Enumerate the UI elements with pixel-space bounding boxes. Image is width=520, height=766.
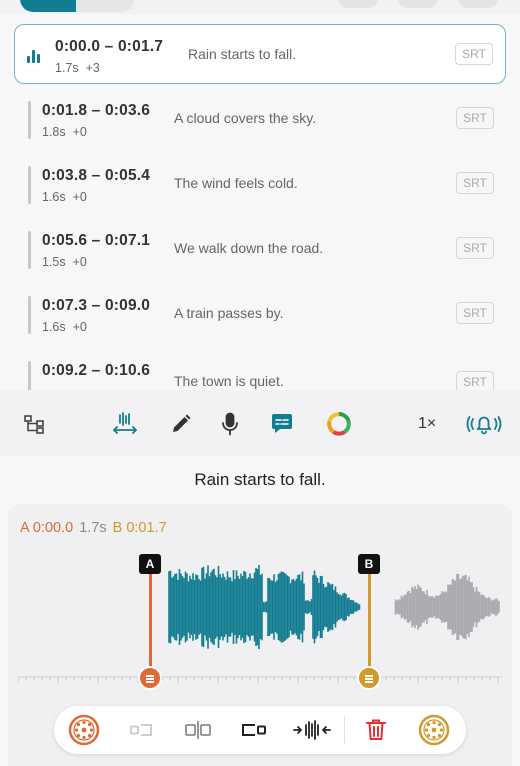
structure-icon[interactable] (20, 410, 48, 438)
srt-badge[interactable]: SRT (456, 107, 494, 129)
srt-badge[interactable]: SRT (456, 237, 494, 259)
timeline-ruler[interactable] (18, 676, 502, 684)
marker-b-tag[interactable]: B (358, 554, 380, 574)
view-segmented-control[interactable] (20, 0, 134, 12)
divider (344, 716, 345, 744)
editor-toolbar: 1× (0, 390, 520, 456)
pencil-icon[interactable] (167, 410, 195, 438)
a-point-label: A 0:00.0 (20, 520, 74, 536)
subtitle-row[interactable]: 0:00.0 – 0:01.7 1.7s +3 Rain starts to f… (14, 24, 506, 84)
color-ring-icon[interactable] (325, 410, 353, 438)
top-button-1[interactable] (338, 0, 378, 8)
fit-width-icon[interactable] (111, 410, 139, 438)
playing-waveform-icon (27, 49, 45, 63)
row-meta: 1.8s +0 (42, 125, 87, 139)
split-icon[interactable] (182, 714, 214, 746)
marker-a-handle[interactable] (138, 666, 162, 690)
row-text: Rain starts to fall. (188, 46, 297, 62)
b-point-label: B 0:01.7 (112, 520, 167, 536)
waveform[interactable] (0, 550, 520, 670)
ab-range-info: A 0:00.0 1.7s B 0:01.7 (20, 520, 167, 536)
trim-right-icon[interactable] (238, 714, 270, 746)
row-indicator (28, 296, 31, 334)
range-duration: 1.7s (79, 520, 107, 536)
marker-b-handle[interactable] (357, 666, 381, 690)
jog-wheel-right-icon[interactable] (418, 714, 450, 746)
top-bar (0, 0, 520, 14)
row-meta: 1.5s +0 (42, 255, 87, 269)
marker-a-line[interactable] (149, 574, 152, 678)
subtitle-row[interactable]: 0:07.3 – 0:09.0 1.6s +0 A train passes b… (14, 284, 506, 344)
top-button-2[interactable] (398, 0, 438, 8)
microphone-icon[interactable] (216, 410, 244, 438)
row-text: The town is quiet. (174, 373, 284, 389)
row-time-range: 0:07.3 – 0:09.0 (42, 297, 151, 314)
row-meta: 1.6s +0 (42, 190, 87, 204)
srt-badge[interactable]: SRT (456, 302, 494, 324)
row-time-range: 0:09.2 – 0:10.6 (42, 362, 151, 379)
jog-wheel-left-icon[interactable] (68, 714, 100, 746)
row-text: A train passes by. (174, 305, 284, 321)
trim-left-icon[interactable] (126, 714, 158, 746)
subtitle-row[interactable]: 0:03.8 – 0:05.4 1.6s +0 The wind feels c… (14, 154, 506, 214)
row-indicator (28, 101, 31, 139)
subtitle-row[interactable]: 0:01.8 – 0:03.6 1.8s +0 A cloud covers t… (14, 89, 506, 149)
subtitle-icon[interactable] (268, 410, 296, 438)
subtitle-list[interactable]: 0:00.0 – 0:01.7 1.7s +3 Rain starts to f… (0, 14, 520, 390)
srt-badge[interactable]: SRT (456, 172, 494, 194)
row-indicator (28, 361, 31, 390)
row-time-range: 0:01.8 – 0:03.6 (42, 102, 151, 119)
playback-speed[interactable]: 1× (418, 415, 436, 433)
row-indicator (28, 231, 31, 269)
row-time-range: 0:05.6 – 0:07.1 (42, 232, 151, 249)
bottom-action-bar (54, 706, 466, 754)
top-button-3[interactable] (458, 0, 498, 8)
subtitle-row[interactable]: 0:09.2 – 0:10.6 The town is quiet. SRT (14, 349, 506, 390)
compress-icon[interactable] (292, 714, 332, 746)
row-meta: 1.6s +0 (42, 320, 87, 334)
segment-list-active[interactable] (20, 0, 76, 12)
subtitle-row[interactable]: 0:05.6 – 0:07.1 1.5s +0 We walk down the… (14, 219, 506, 279)
marker-a-tag[interactable]: A (139, 554, 161, 574)
current-caption: Rain starts to fall. (194, 470, 326, 489)
srt-badge[interactable]: SRT (456, 371, 494, 390)
srt-badge[interactable]: SRT (455, 43, 493, 65)
row-indicator (28, 166, 31, 204)
vibrate-bell-icon[interactable] (466, 410, 502, 438)
row-time-range: 0:00.0 – 0:01.7 (55, 38, 164, 55)
row-text: The wind feels cold. (174, 175, 298, 191)
row-time-range: 0:03.8 – 0:05.4 (42, 167, 151, 184)
trash-icon[interactable] (360, 714, 392, 746)
marker-b-line[interactable] (368, 574, 371, 678)
row-text: A cloud covers the sky. (174, 110, 317, 126)
row-meta: 1.7s +3 (55, 61, 100, 75)
row-text: We walk down the road. (174, 240, 324, 256)
